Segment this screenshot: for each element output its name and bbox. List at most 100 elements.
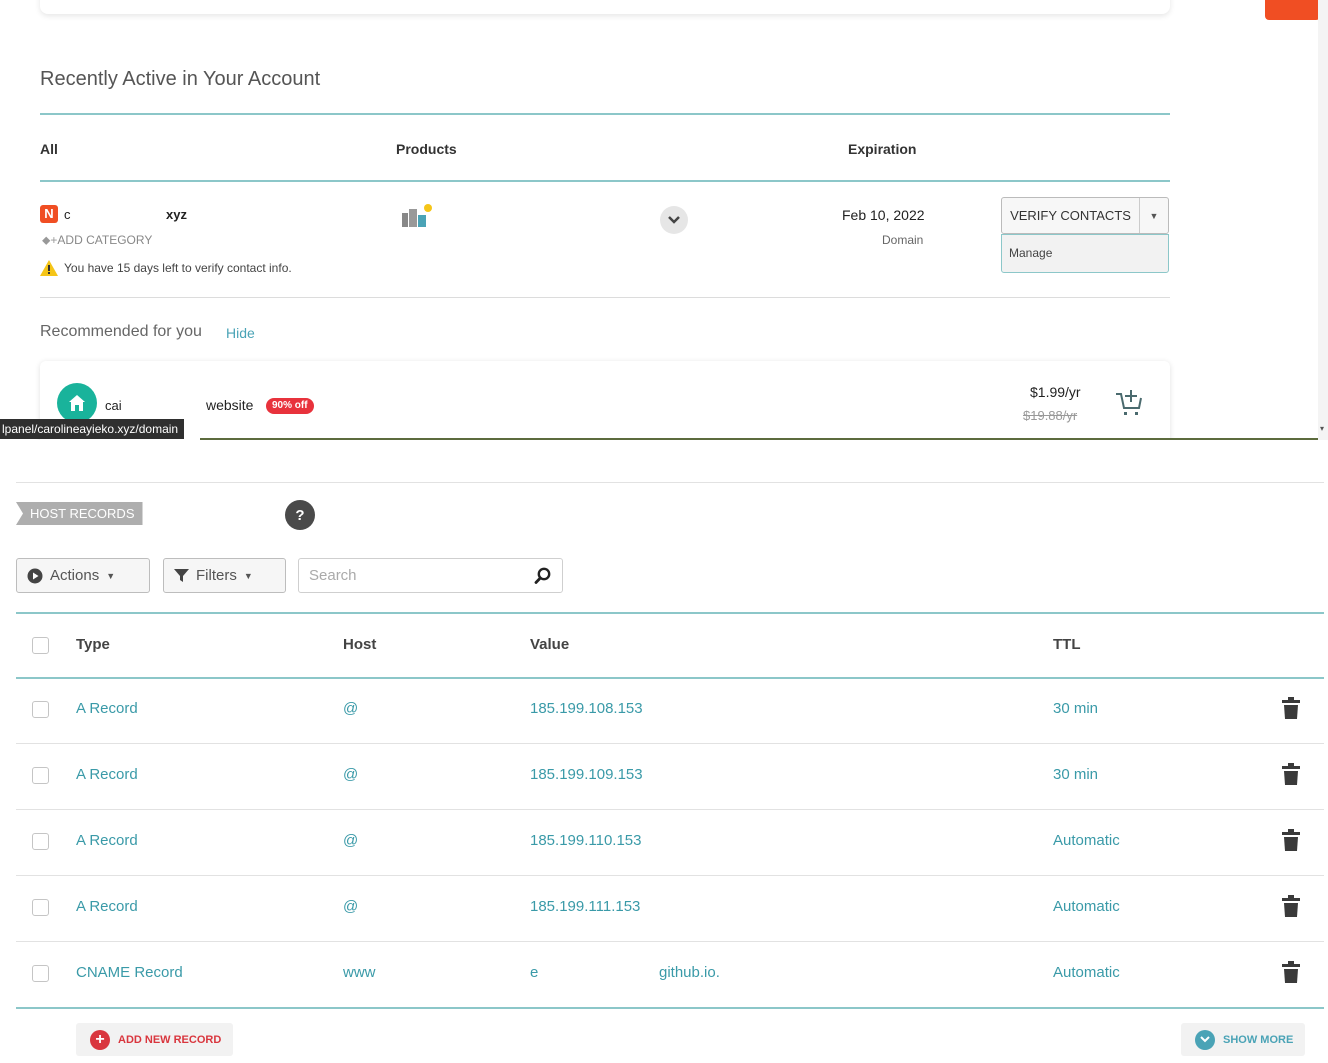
- section-title: Recently Active in Your Account: [40, 68, 321, 90]
- host-records-tag: HOST RECORDS: [16, 502, 143, 525]
- record-type[interactable]: CNAME Record: [76, 964, 183, 981]
- table-header-border: [16, 677, 1324, 679]
- discount-badge: 90% off: [266, 398, 314, 414]
- plus-circle-icon: +: [90, 1029, 110, 1050]
- add-category-label: ADD CATEGORY: [57, 233, 153, 247]
- host-records-panel: HOST RECORDS ? Actions ▼ Filters ▼ Type …: [0, 440, 1328, 1063]
- record-host[interactable]: @: [343, 898, 358, 915]
- trash-icon[interactable]: [1282, 829, 1300, 851]
- namecheap-logo-icon: N: [40, 205, 58, 223]
- record-ttl[interactable]: Automatic: [1053, 964, 1120, 981]
- row-divider: [16, 743, 1324, 744]
- add-new-record-label: ADD NEW RECORD: [118, 1033, 222, 1046]
- record-ttl[interactable]: Automatic: [1053, 832, 1120, 849]
- caret-down-icon[interactable]: ▼: [1140, 198, 1168, 233]
- expand-row-button[interactable]: [660, 206, 688, 234]
- verify-contacts-split-button: VERIFY CONTACTS ▼: [1001, 197, 1169, 234]
- domain-name-end[interactable]: xyz: [166, 207, 187, 222]
- actions-button[interactable]: Actions ▼: [16, 558, 150, 593]
- trash-icon[interactable]: [1282, 697, 1300, 719]
- row-checkbox[interactable]: [32, 767, 49, 784]
- column-header-expiration[interactable]: Expiration: [848, 141, 916, 157]
- select-all-checkbox[interactable]: [32, 637, 49, 654]
- row-checkbox[interactable]: [32, 899, 49, 916]
- record-value[interactable]: 185.199.108.153: [530, 700, 643, 717]
- row-checkbox[interactable]: [32, 701, 49, 718]
- add-category-link[interactable]: ⬥+ADD CATEGORY: [42, 233, 152, 248]
- scrollbar[interactable]: [1318, 0, 1328, 440]
- chevron-down-circle-icon: [1195, 1029, 1215, 1050]
- old-price: $19.88/yr: [1023, 408, 1078, 423]
- record-ttl[interactable]: 30 min: [1053, 766, 1098, 783]
- record-host[interactable]: @: [343, 832, 358, 849]
- trash-icon[interactable]: [1282, 763, 1300, 785]
- column-header-ttl[interactable]: TTL: [1053, 636, 1081, 653]
- website-avatar: [57, 383, 97, 423]
- warning-text: You have 15 days left to verify contact …: [64, 261, 292, 275]
- record-type[interactable]: A Record: [76, 898, 138, 915]
- search-input[interactable]: [309, 567, 534, 584]
- record-type[interactable]: A Record: [76, 832, 138, 849]
- column-header-host[interactable]: Host: [343, 636, 376, 653]
- record-value[interactable]: 185.199.110.153: [530, 832, 642, 849]
- search-icon[interactable]: [534, 567, 552, 585]
- row-checkbox[interactable]: [32, 965, 49, 982]
- column-header-value[interactable]: Value: [530, 636, 569, 653]
- column-header-products: Products: [396, 141, 457, 157]
- record-host[interactable]: www: [343, 964, 376, 981]
- caret-down-icon: ▼: [106, 570, 116, 581]
- record-value[interactable]: 185.199.111.153: [530, 898, 640, 915]
- recommended-name-end: website: [206, 397, 254, 413]
- expiration-type: Domain: [882, 233, 924, 247]
- funnel-icon: [174, 569, 189, 582]
- manage-menu-item[interactable]: Manage: [1001, 234, 1169, 273]
- warning-icon: [40, 260, 58, 276]
- row-checkbox[interactable]: [32, 833, 49, 850]
- hosting-product-icon[interactable]: [400, 203, 434, 229]
- filters-button[interactable]: Filters ▼: [163, 558, 286, 593]
- actions-label: Actions: [50, 567, 100, 584]
- divider: [40, 113, 1170, 115]
- help-button[interactable]: ?: [285, 500, 315, 530]
- recommended-title: Recommended for you: [40, 323, 202, 340]
- record-host[interactable]: @: [343, 766, 358, 783]
- divider: [16, 482, 1324, 483]
- domain-name-start[interactable]: c: [64, 207, 71, 222]
- record-host[interactable]: @: [343, 700, 358, 717]
- verify-warning: You have 15 days left to verify contact …: [40, 260, 292, 276]
- account-dashboard-panel: ▾ Recently Active in Your Account All Pr…: [0, 0, 1328, 440]
- column-header-type[interactable]: Type: [76, 636, 110, 653]
- chevron-down-icon: [668, 216, 680, 224]
- feedback-tab[interactable]: [1265, 0, 1320, 20]
- recommended-name-start: cai: [105, 398, 122, 413]
- add-new-record-button[interactable]: + ADD NEW RECORD: [76, 1023, 234, 1056]
- record-ttl[interactable]: 30 min: [1053, 700, 1098, 717]
- add-to-cart-icon[interactable]: [1113, 386, 1145, 418]
- record-ttl[interactable]: Automatic: [1053, 898, 1120, 915]
- trash-icon[interactable]: [1282, 895, 1300, 917]
- price: $1.99/yr: [1030, 384, 1081, 400]
- previous-card-edge: [40, 0, 1170, 14]
- home-icon: [69, 395, 85, 411]
- hide-recommendations-link[interactable]: Hide: [226, 325, 255, 341]
- table-top-border: [16, 612, 1324, 614]
- record-value-start[interactable]: e: [530, 964, 538, 981]
- record-type[interactable]: A Record: [76, 700, 138, 717]
- filters-label: Filters: [196, 567, 237, 584]
- row-divider: [16, 941, 1324, 942]
- row-divider: [16, 875, 1324, 876]
- verify-contacts-button[interactable]: VERIFY CONTACTS: [1002, 198, 1140, 233]
- column-header-all[interactable]: All: [40, 141, 58, 157]
- scroll-down-arrow-icon[interactable]: ▾: [1320, 424, 1324, 433]
- record-value-end[interactable]: github.io.: [659, 964, 720, 981]
- record-type[interactable]: A Record: [76, 766, 138, 783]
- row-divider: [16, 809, 1324, 810]
- show-more-label: SHOW MORE: [1223, 1033, 1294, 1046]
- show-more-button[interactable]: SHOW MORE: [1181, 1023, 1306, 1056]
- play-circle-icon: [27, 568, 43, 583]
- search-box: [298, 558, 563, 593]
- caret-down-icon: ▼: [243, 570, 253, 581]
- record-value[interactable]: 185.199.109.153: [530, 766, 643, 783]
- divider: [40, 297, 1170, 298]
- trash-icon[interactable]: [1282, 961, 1300, 983]
